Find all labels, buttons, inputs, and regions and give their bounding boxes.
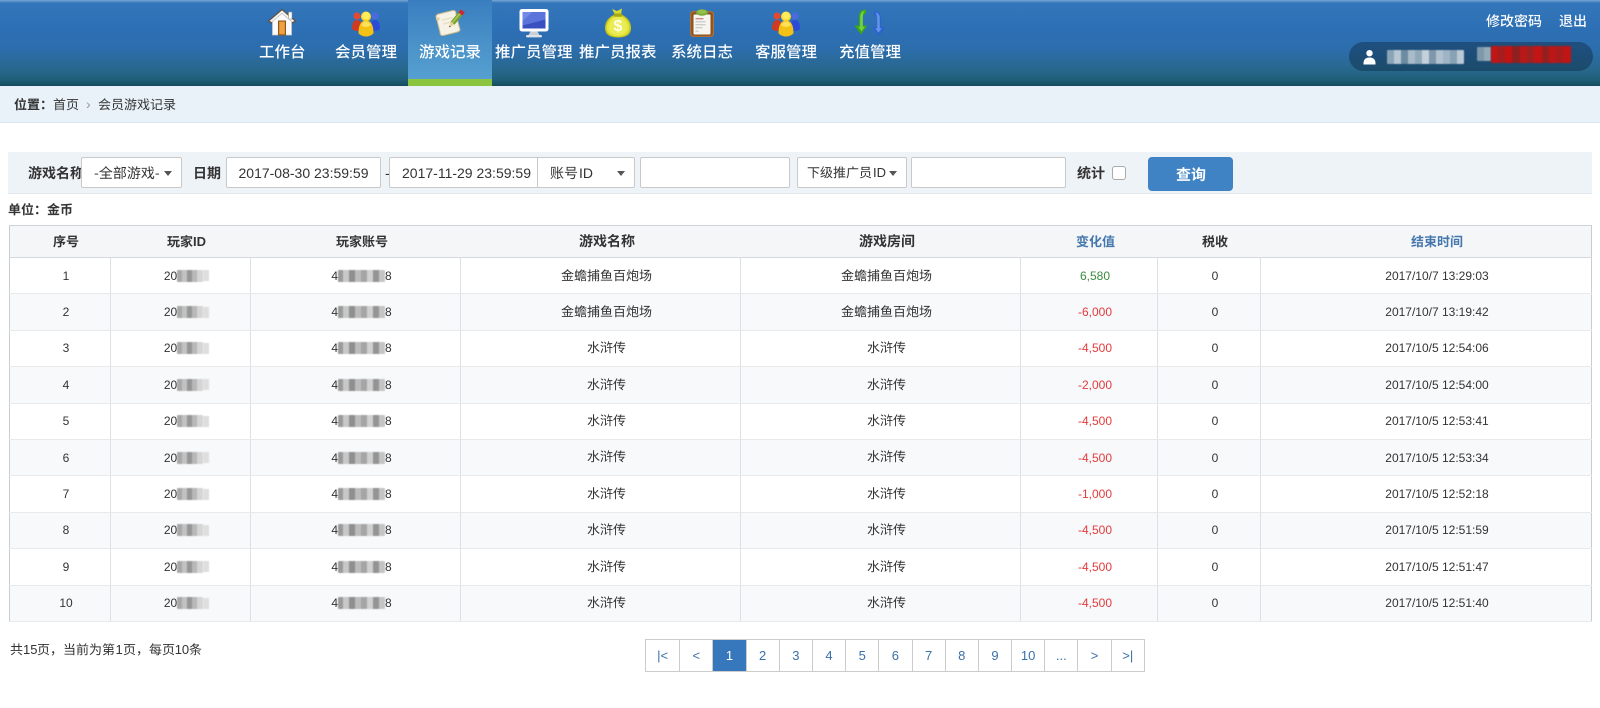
svg-text:$: $ <box>614 18 623 35</box>
